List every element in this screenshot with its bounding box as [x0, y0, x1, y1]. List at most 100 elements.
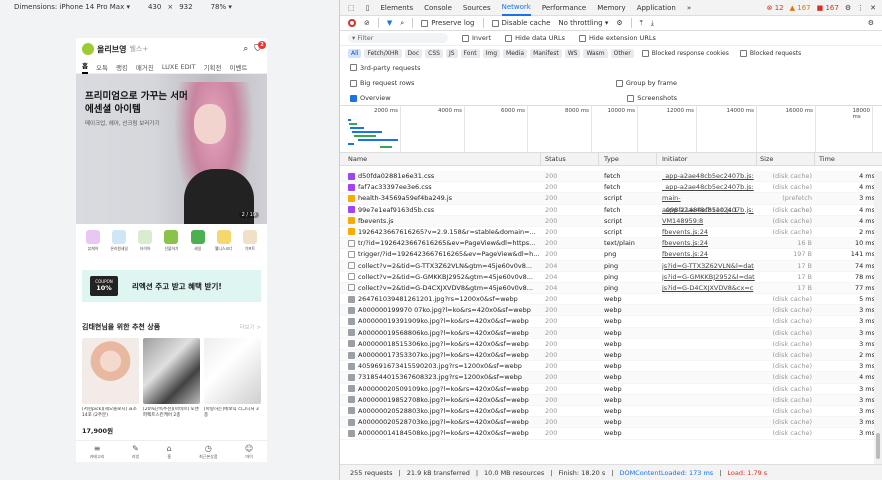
request-initiator[interactable]: fbevents.js:24 — [662, 249, 756, 260]
tab-memory[interactable]: Memory — [597, 4, 625, 12]
third-party-checkbox[interactable]: 3rd-party requests — [350, 64, 421, 72]
chip-fetch[interactable]: Fetch/XHR — [364, 48, 402, 58]
request-initiator[interactable]: js?id=G-TTX3Z62VLN&l=dat — [662, 261, 756, 272]
request-initiator[interactable]: _app-a2ae48cb5ec2407b.js: — [662, 182, 756, 193]
request-row[interactable]: d50fda02881e6e31.css 200 fetch _app-a2ae48c… — [340, 171, 875, 183]
chip-all[interactable]: All — [348, 48, 362, 58]
promo-banner[interactable]: COUPON 10% 리엑션 주고 받고 혜택 받기! — [82, 270, 261, 302]
chip-font[interactable]: Font — [460, 48, 480, 58]
request-row[interactable]: trigger/?id=1926423667616265&ev=PageView… — [340, 249, 875, 261]
cart-icon[interactable]: ⛉ 2 — [254, 41, 266, 54]
chip-ws[interactable]: WS — [564, 48, 581, 58]
kebab-menu-icon[interactable]: ⋮ — [857, 4, 864, 12]
overview-checkbox[interactable]: Overview — [350, 94, 391, 102]
tab-application[interactable]: Application — [637, 4, 676, 12]
request-row[interactable]: faf7ac33397ee3e6.css 200 fetch _app-a2ae48c… — [340, 182, 875, 194]
request-row[interactable]: 99e7e1eaf9163d5b.css 200 fetch _app-a2ae48c… — [340, 205, 875, 216]
big-rows-checkbox[interactable]: Big request rows — [350, 79, 414, 87]
request-row[interactable]: A00000018515306ko.jpg?l=ko&rs=420x0&sf=w… — [340, 339, 875, 350]
nav-category[interactable]: ≡ 카테고리 — [90, 444, 105, 460]
chip-other[interactable]: Other — [610, 48, 634, 58]
col-initiator[interactable]: Initiator — [662, 153, 756, 166]
category-item[interactable]: 온리원세일 — [108, 230, 130, 262]
filter-icon[interactable]: ▼ — [387, 19, 392, 27]
request-row[interactable]: A00000020509109ko.jpg?l=ko&rs=420x0&sf=w… — [340, 384, 875, 395]
chip-css[interactable]: CSS — [425, 48, 443, 58]
issues-count[interactable]: ■ 167 — [817, 4, 839, 12]
hide-extension-urls-checkbox[interactable]: Hide extension URLs — [578, 34, 656, 42]
request-row[interactable]: 4059691673415590203.jpg?rs=1200x0&sf=web… — [340, 361, 875, 373]
category-item[interactable]: 선물하기 — [160, 230, 182, 262]
tab-magazine[interactable]: 매거진 — [136, 62, 154, 72]
warning-count[interactable]: ▲ 167 — [790, 4, 811, 12]
request-initiator[interactable]: _app-a2ae48cb5ec2407b.js: — [662, 205, 756, 216]
product-card[interactable]: [서현pick][제오볼로지] 효소 14포 (2주분) 17,900원 — [82, 338, 139, 435]
invert-checkbox[interactable]: Invert — [462, 34, 491, 42]
error-count[interactable]: ⊗ 12 — [767, 4, 784, 12]
request-row[interactable]: 1926423667616265?v=2.9.158&r=stable&doma… — [340, 227, 875, 239]
height-input[interactable]: 932 — [179, 3, 192, 11]
request-row[interactable]: A00000020528703ko.jpg?l=ko&rs=420x0&sf=w… — [340, 417, 875, 429]
request-row[interactable]: fbevents.js 200 script VM148959:8 (disk cach… — [340, 215, 875, 227]
chip-media[interactable]: Media — [503, 48, 528, 58]
import-icon[interactable]: ⤒ — [640, 19, 643, 28]
tab-sources[interactable]: Sources — [463, 4, 491, 12]
nav-living[interactable]: ✎ 리빙 — [132, 444, 139, 460]
request-list-scrollbar[interactable] — [874, 171, 882, 464]
tab-exhibition[interactable]: 기획전 — [204, 62, 222, 72]
more-tabs[interactable]: » — [687, 4, 691, 12]
group-by-frame-checkbox[interactable]: Group by frame — [615, 79, 677, 87]
chip-wasm[interactable]: Wasm — [583, 48, 608, 58]
request-initiator[interactable]: js?id=G-GMKKBJ2952&l=dat — [662, 272, 756, 283]
request-row[interactable]: tr/?id=1926423667616265&ev=PageView&dl=h… — [340, 238, 875, 250]
hero-banner[interactable]: 프리미엄으로 가꾸는 서머 에센셜 아이템 메이크업, 헤어, 선크림 보러가기… — [76, 74, 267, 224]
device-toggle-icon[interactable]: ▯ — [366, 4, 370, 12]
export-icon[interactable]: ⤓ — [651, 19, 654, 28]
category-item[interactable]: 기프트 — [239, 230, 261, 262]
request-row[interactable]: collect?v=2&tid=G-GMKKBJ2952&gtm=45je60v… — [340, 272, 875, 283]
request-initiator[interactable]: _app-a2ae48cb5ec2407b.js: — [662, 171, 756, 182]
search-icon[interactable]: ⌕ — [243, 44, 248, 54]
product-card[interactable]: [아랑하는]에보닉 리그니처 3종 — [204, 338, 261, 435]
col-type[interactable]: Type — [604, 153, 619, 166]
throttling-select[interactable]: No throttling ▾ — [558, 19, 608, 27]
search-hint[interactable]: 웰스+ — [129, 44, 148, 54]
chip-js[interactable]: JS — [445, 48, 458, 58]
tab-event[interactable]: 이벤트 — [230, 62, 248, 72]
request-initiator[interactable]: fbevents.js:24 — [662, 238, 756, 249]
network-settings-icon[interactable]: ⚙ — [868, 19, 874, 27]
col-status[interactable]: Status — [545, 153, 566, 166]
request-row[interactable]: A00000017353307ko.jpg?l=ko&rs=420x0&sf=w… — [340, 350, 875, 362]
category-item[interactable]: 웰니스코너 — [213, 230, 235, 262]
category-item[interactable]: 뷰케어 — [82, 230, 104, 262]
request-row[interactable]: collect?v=2&tid=G-D4CXJXVDV8&gtm=45je60v… — [340, 282, 875, 295]
tab-console[interactable]: Console — [424, 4, 452, 12]
request-row[interactable]: A00000020528803ko.jpg?l=ko&rs=420x0&sf=w… — [340, 406, 875, 418]
request-row[interactable]: A000000199970 07ko.jpg?l=ko&rs=420x0&sf=… — [340, 305, 875, 317]
hide-data-urls-checkbox[interactable]: Hide data URLs — [505, 34, 565, 42]
tab-ranking[interactable]: 랭킹 — [116, 62, 128, 72]
preserve-log-checkbox[interactable]: Preserve log — [421, 19, 475, 27]
tab-performance[interactable]: Performance — [542, 4, 586, 12]
nav-my[interactable]: ☺ 마이 — [245, 444, 253, 460]
col-size[interactable]: Size — [760, 153, 773, 166]
nav-recent[interactable]: ◷ 최근본상품 — [199, 444, 217, 460]
request-row[interactable]: A00000019568806ko.jpg?l=ko&rs=420x0&sf=w… — [340, 327, 875, 339]
tab-special[interactable]: 오특 — [96, 62, 108, 72]
search-icon[interactable]: ⌕ — [400, 19, 404, 28]
screenshots-checkbox[interactable]: Screenshots — [627, 94, 677, 102]
dimensions-dropdown[interactable]: Dimensions: iPhone 14 Pro Max ▾ — [14, 3, 130, 11]
brand-logo-icon[interactable] — [82, 43, 94, 55]
clear-icon[interactable]: ⊘ — [364, 19, 370, 27]
close-icon[interactable]: ✕ — [870, 4, 876, 12]
chip-img[interactable]: Img — [482, 48, 501, 58]
blocked-cookies-checkbox[interactable]: Blocked response cookies — [641, 49, 729, 57]
chip-manifest[interactable]: Manifest — [530, 48, 562, 58]
product-card[interactable]: [20%단독추천][아비브] 포맨 퍼펙트스킨케어 2종 — [143, 338, 200, 435]
tab-network[interactable]: Network — [501, 0, 531, 16]
disable-cache-checkbox[interactable]: Disable cache — [491, 19, 550, 27]
request-row[interactable]: 7318544015367608323.jpg?rs=1200x0&sf=web… — [340, 372, 875, 384]
chip-doc[interactable]: Doc — [404, 48, 423, 58]
tab-elements[interactable]: Elements — [380, 4, 413, 12]
request-row[interactable]: 264761039481261201.jpg?rs=1200x0&sf=webp… — [340, 294, 875, 306]
